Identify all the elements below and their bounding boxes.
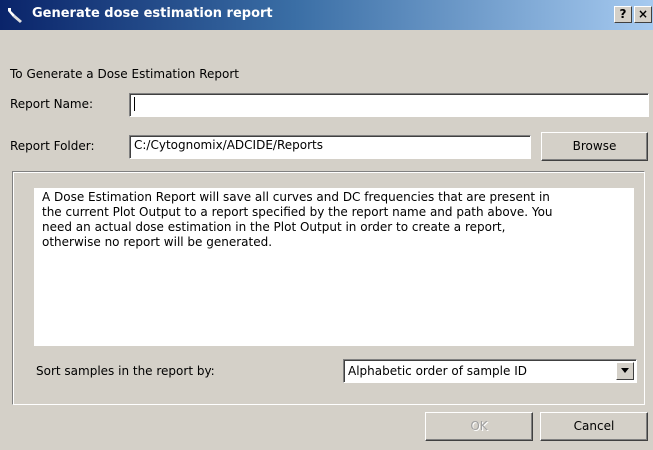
window-title: Generate dose estimation report (32, 6, 273, 21)
browse-button[interactable]: Browse (541, 132, 648, 161)
sort-label: Sort samples in the report by: (36, 364, 215, 378)
intro-text: To Generate a Dose Estimation Report (10, 67, 240, 81)
text-caret (134, 96, 135, 111)
report-folder-value: C:/Cytognomix/ADCIDE/Reports (134, 138, 323, 152)
close-button[interactable]: × (634, 6, 652, 23)
sort-selected-value: Alphabetic order of sample ID (348, 364, 527, 378)
sort-select[interactable]: Alphabetic order of sample ID (343, 359, 637, 383)
description-line: need an actual dose estimation in the Pl… (42, 220, 506, 234)
ok-button[interactable]: OK (425, 412, 533, 441)
report-name-input[interactable] (129, 93, 649, 117)
help-button[interactable]: ? (614, 6, 632, 23)
app-icon (6, 5, 26, 25)
description-line: the current Plot Output to a report spec… (42, 205, 553, 219)
title-bar: Generate dose estimation report ? × (0, 0, 653, 30)
report-folder-input[interactable]: C:/Cytognomix/ADCIDE/Reports (129, 135, 531, 159)
report-name-label: Report Name: (10, 97, 94, 111)
description-line: A Dose Estimation Report will save all c… (42, 190, 550, 204)
description-box: A Dose Estimation Report will save all c… (34, 188, 634, 346)
chevron-down-icon[interactable] (616, 362, 634, 380)
cancel-button[interactable]: Cancel (540, 412, 648, 441)
description-line: otherwise no report will be generated. (42, 235, 273, 249)
report-folder-label: Report Folder: (10, 139, 95, 153)
